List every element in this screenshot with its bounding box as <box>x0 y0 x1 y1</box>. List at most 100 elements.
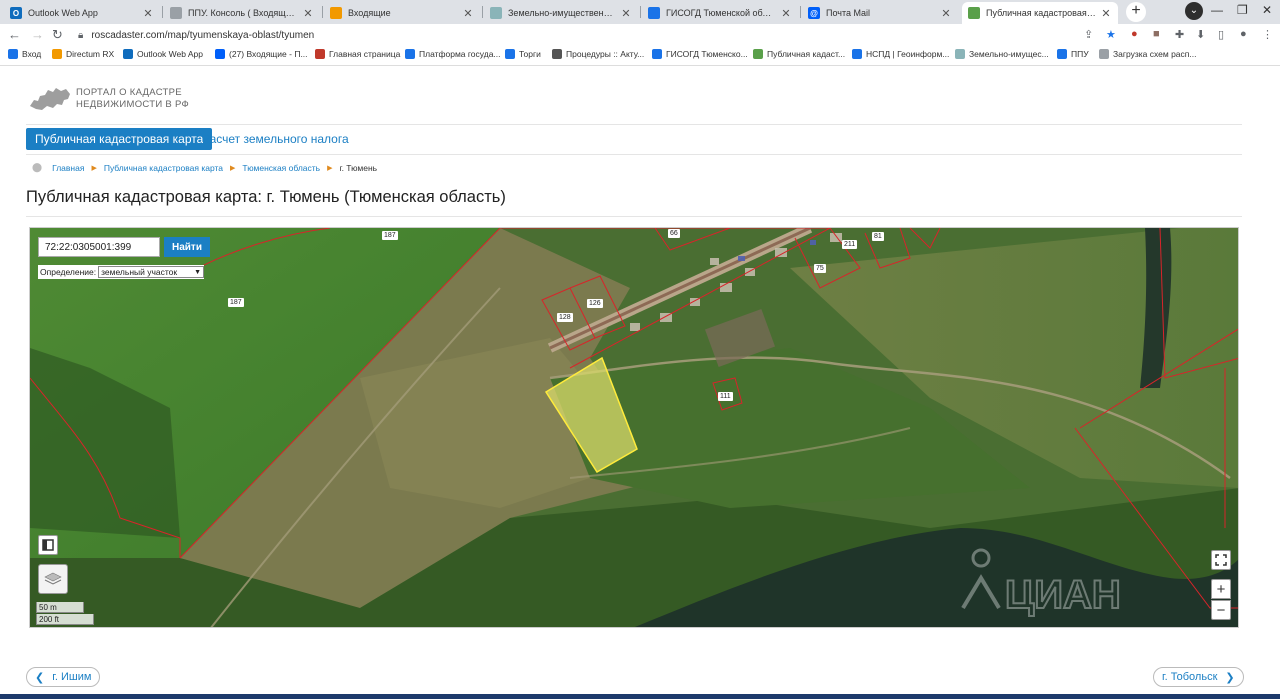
reload-icon[interactable]: ↻ <box>52 27 63 43</box>
tab-separator <box>640 6 641 18</box>
close-tab-icon[interactable]: ✕ <box>142 7 154 20</box>
close-tab-icon[interactable]: ✕ <box>302 7 314 20</box>
bookmark-item[interactable]: Главная страница <box>315 49 400 59</box>
downloads-icon[interactable]: ⬇ <box>1196 28 1205 41</box>
plot-label[interactable]: 111 <box>718 392 733 401</box>
cian-watermark: ЦИАН <box>961 548 1122 618</box>
plot-label[interactable]: 126 <box>587 299 603 308</box>
new-tab-button[interactable]: + <box>1126 2 1146 22</box>
page-icon <box>490 7 502 19</box>
mail-icon: @ <box>808 7 820 19</box>
share-icon[interactable]: ⇪ <box>1084 28 1093 41</box>
bookmark-item[interactable]: Земельно-имущес... <box>955 49 1049 59</box>
browser-tab[interactable]: Входящие ✕ <box>324 2 480 24</box>
bookmarks-bar: Вход Directum RX Outlook Web App (27) Входя… <box>0 46 1280 66</box>
browser-tab[interactable]: ГИСОГД Тюменской области ✕ <box>642 2 798 24</box>
plot-label[interactable]: 187 <box>228 298 244 307</box>
plot-label[interactable]: 66 <box>668 229 680 238</box>
plot-label[interactable]: 187 <box>382 231 398 240</box>
close-window-icon[interactable]: ✕ <box>1262 3 1272 17</box>
plot-label[interactable]: 75 <box>814 264 826 273</box>
bookmark-item[interactable]: НСПД | Геоинформ... <box>852 49 949 59</box>
bookmark-icon <box>8 49 18 59</box>
url-field[interactable]: 🔒︎ roscadaster.com/map/tyumenskaya-oblas… <box>78 27 1068 43</box>
browser-tab[interactable]: @ Почта Mail ✕ <box>802 2 958 24</box>
bookmark-item[interactable]: Платформа госуда... <box>405 49 501 59</box>
zoom-out-button[interactable]: − <box>1211 600 1231 620</box>
profile-icon[interactable]: ● <box>1240 28 1247 40</box>
close-tab-icon[interactable]: ✕ <box>1100 7 1112 20</box>
breadcrumb-region[interactable]: Тюменская область <box>242 163 320 173</box>
back-icon[interactable]: ← <box>8 27 21 42</box>
browser-tab[interactable]: Публичная кадастровая карта г. ✕ <box>962 2 1118 24</box>
nav-land-tax-calculator[interactable]: Расчет земельного налога <box>202 132 349 146</box>
bookmark-star-icon[interactable]: ★ <box>1106 28 1116 41</box>
cadastral-map[interactable]: 187 187 66 211 81 75 126 128 111 ЦИАН На… <box>29 227 1239 628</box>
bookmark-icon <box>753 49 763 59</box>
russia-map-icon <box>30 88 70 110</box>
nav-public-cadastral-map[interactable]: Публичная кадастровая карта <box>26 128 213 150</box>
bookmark-icon <box>405 49 415 59</box>
sidebar-icon[interactable]: ▯ <box>1218 28 1224 41</box>
plot-label[interactable]: 211 <box>842 240 858 249</box>
bookmark-item[interactable]: Публичная кадаст... <box>753 49 845 59</box>
bookmark-icon <box>955 49 965 59</box>
browser-tab[interactable]: Земельно-имущественный комп… ✕ <box>484 2 638 24</box>
site-logo[interactable]: ПОРТАЛ О КАДАСТРЕ НЕДВИЖИМОСТИ В РФ <box>28 84 189 114</box>
plot-label[interactable]: 128 <box>557 313 573 322</box>
bookmark-item[interactable]: Загрузка схем расп... <box>1099 49 1196 59</box>
watermark-text: ЦИАН <box>1005 573 1121 617</box>
close-tab-icon[interactable]: ✕ <box>462 7 474 20</box>
bookmark-icon <box>552 49 562 59</box>
definition-label: Определение: <box>40 267 97 277</box>
layers-button[interactable] <box>38 564 68 594</box>
cadastral-number-input[interactable] <box>38 237 160 257</box>
browser-tab[interactable]: ППУ. Консоль ( Входящие ) ✕ <box>164 2 320 24</box>
close-tab-icon[interactable]: ✕ <box>780 7 792 20</box>
browser-tab[interactable]: O Outlook Web App ✕ <box>4 2 160 24</box>
minimize-icon[interactable]: — <box>1211 3 1223 17</box>
bookmark-icon <box>505 49 515 59</box>
zoom-in-button[interactable]: + <box>1211 579 1231 599</box>
bookmark-label: ППУ <box>1071 49 1089 59</box>
bookmark-item[interactable]: (27) Входящие - П... <box>215 49 308 59</box>
url-text: roscadaster.com/map/tyumenskaya-oblast/t… <box>91 29 315 41</box>
bookmark-item[interactable]: Торги <box>505 49 541 59</box>
browser-menu-icon[interactable]: ⋮ <box>1262 28 1273 41</box>
bookmark-item[interactable]: Directum RX <box>52 49 114 59</box>
next-city-button[interactable]: г. Тобольск ❯ <box>1153 667 1244 687</box>
extension-icon[interactable]: ● <box>1131 28 1138 40</box>
extension-icon[interactable]: ■ <box>1153 28 1160 40</box>
fullscreen-button[interactable] <box>1211 550 1231 570</box>
prev-city-label: г. Ишим <box>52 671 92 683</box>
tab-search-button[interactable]: ⌄ <box>1185 2 1203 20</box>
chevron-right-icon: ❯ <box>1225 671 1235 684</box>
bookmark-label: Outlook Web App <box>137 49 203 59</box>
close-tab-icon[interactable]: ✕ <box>620 7 632 20</box>
forward-icon[interactable]: → <box>31 27 44 42</box>
plot-label[interactable]: 81 <box>872 232 884 241</box>
extensions-puzzle-icon[interactable]: ✚ <box>1175 28 1184 41</box>
bookmark-item[interactable]: Процедуры :: Акту... <box>552 49 644 59</box>
bookmark-item[interactable]: Вход <box>8 49 41 59</box>
bookmark-item[interactable]: ГИСОГД Тюменско... <box>652 49 748 59</box>
outlook-icon: O <box>10 7 22 19</box>
definition-select[interactable]: земельный участок ▼ <box>98 266 205 278</box>
breadcrumb-home[interactable]: Главная <box>52 163 84 173</box>
tab-title: Публичная кадастровая карта г. <box>986 8 1096 18</box>
find-button[interactable]: Найти <box>164 237 210 257</box>
bookmark-item[interactable]: ППУ <box>1057 49 1089 59</box>
map-icon <box>648 7 660 19</box>
map-square-icon <box>42 539 54 551</box>
tab-separator <box>800 6 801 18</box>
prev-city-button[interactable]: ❮ г. Ишим <box>26 667 101 687</box>
tab-title: ГИСОГД Тюменской области <box>666 8 776 18</box>
layer-toggle-button[interactable] <box>38 535 58 555</box>
breadcrumb-cadastral-map[interactable]: Публичная кадастровая карта <box>104 163 223 173</box>
location-pin-icon: ⬤ <box>32 162 43 172</box>
close-tab-icon[interactable]: ✕ <box>940 7 952 20</box>
bookmark-label: Directum RX <box>66 49 115 59</box>
scale-imperial: 200 ft <box>36 614 94 625</box>
bookmark-item[interactable]: Outlook Web App <box>123 49 203 59</box>
maximize-icon[interactable]: ❐ <box>1237 3 1248 17</box>
